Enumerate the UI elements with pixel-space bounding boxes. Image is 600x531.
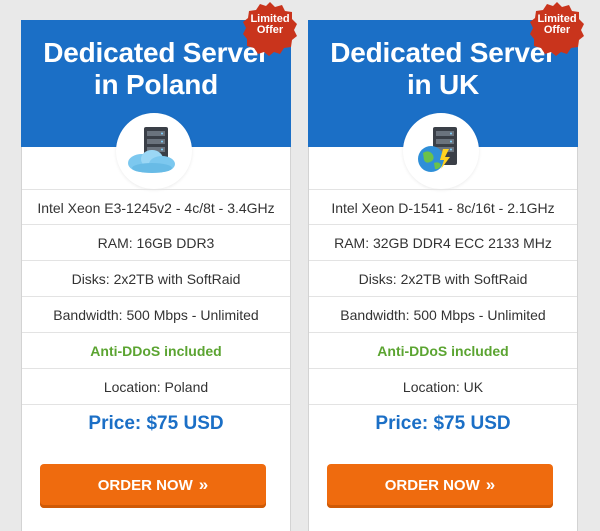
double-chevron-right-icon: » (485, 475, 496, 494)
order-now-label: ORDER NOW (97, 477, 193, 494)
spec-ram: RAM: 32GB DDR4 ECC 2133 MHz (309, 225, 577, 261)
server-globe-icon (403, 113, 479, 189)
plan-price: Price: $75 USD (88, 413, 224, 434)
spec-location: Location: UK (309, 369, 577, 405)
spec-bandwidth: Bandwidth: 500 Mbps - Unlimited (309, 297, 577, 333)
spec-disks: Disks: 2x2TB with SoftRaid (22, 261, 290, 297)
order-now-button[interactable]: ORDER NOW » (327, 464, 553, 508)
order-now-label: ORDER NOW (384, 477, 480, 494)
spec-list: Intel Xeon D-1541 - 8c/16t - 2.1GHz RAM:… (309, 189, 577, 405)
spec-location: Location: Poland (22, 369, 290, 405)
spec-cpu: Intel Xeon D-1541 - 8c/16t - 2.1GHz (309, 189, 577, 225)
badge-line2: Offer (256, 24, 284, 36)
plan-price: Price: $75 USD (375, 413, 511, 434)
spec-ram: RAM: 16GB DDR3 (22, 225, 290, 261)
spec-list: Intel Xeon E3-1245v2 - 4c/8t - 3.4GHz RA… (22, 189, 290, 405)
spec-cpu: Intel Xeon E3-1245v2 - 4c/8t - 3.4GHz (22, 189, 290, 225)
spec-ddos: Anti-DDoS included (309, 333, 577, 369)
plan-card-uk: Dedicated Server in UK Limited Offer Int… (308, 2, 584, 531)
spec-ddos: Anti-DDoS included (22, 333, 290, 369)
server-cloud-icon (116, 113, 192, 189)
double-chevron-right-icon: » (198, 475, 209, 494)
limited-offer-badge: Limited Offer (529, 1, 585, 57)
plan-card-poland: Dedicated Server in Poland Limited Offer (21, 2, 297, 531)
order-now-button[interactable]: ORDER NOW » (40, 464, 266, 508)
spec-disks: Disks: 2x2TB with SoftRaid (309, 261, 577, 297)
spec-bandwidth: Bandwidth: 500 Mbps - Unlimited (22, 297, 290, 333)
limited-offer-badge: Limited Offer (242, 1, 298, 57)
badge-line2: Offer (543, 24, 571, 36)
